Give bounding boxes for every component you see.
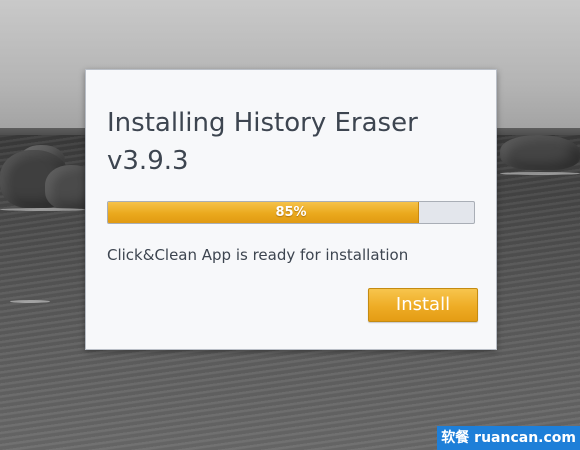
status-message: Click&Clean App is ready for installatio…: [107, 246, 409, 264]
dialog-title: Installing History Eraser v3.9.3: [107, 108, 418, 176]
watermark-badge: 软餐 ruancan.com: [437, 426, 580, 450]
progress-percent-label: 85%: [275, 205, 307, 220]
background-wave: [0, 208, 85, 211]
install-button[interactable]: Install: [368, 288, 478, 322]
background-rock: [500, 135, 580, 170]
install-dialog: Installing History Eraser v3.9.3 85% Cli…: [85, 69, 497, 350]
background-wave: [10, 300, 50, 303]
background-wave: [500, 172, 580, 175]
install-progress-bar: 85%: [107, 201, 475, 224]
